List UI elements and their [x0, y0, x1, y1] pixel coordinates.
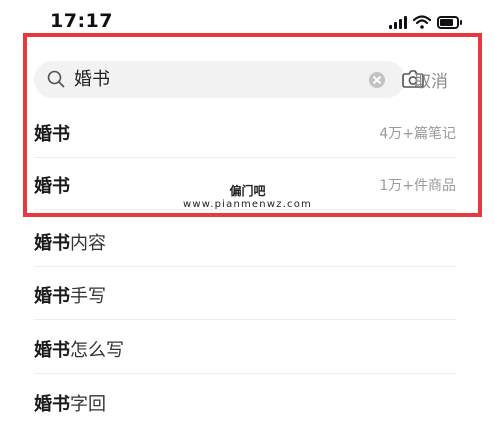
- suggestion-item[interactable]: 婚书 4万+篇笔记: [34, 106, 456, 158]
- suggestion-item[interactable]: 婚书字回: [34, 376, 456, 428]
- search-input[interactable]: [74, 61, 324, 98]
- status-time: 17:17: [50, 10, 113, 32]
- suggestion-keyword: 婚书: [34, 233, 70, 254]
- battery-icon: [437, 16, 462, 29]
- suggestion-keyword: 婚书: [34, 124, 70, 145]
- suggestion-suffix: 字回: [70, 394, 106, 415]
- status-icons: [389, 15, 462, 29]
- suggestion-item[interactable]: 婚书内容: [34, 215, 456, 267]
- cancel-button[interactable]: 取消: [414, 67, 448, 92]
- suggestion-item[interactable]: 婚书手写: [34, 268, 456, 320]
- search-icon: [47, 70, 65, 92]
- suggestion-meta: 4万+篇笔记: [379, 126, 456, 142]
- suggestion-keyword: 婚书: [34, 340, 70, 361]
- suggestion-suffix: 手写: [70, 286, 106, 307]
- suggestion-item[interactable]: 婚书 1万+件商品: [34, 158, 456, 210]
- suggestion-keyword: 婚书: [34, 286, 70, 307]
- clear-icon[interactable]: [369, 72, 385, 88]
- suggestion-suffix: 怎么写: [70, 340, 124, 361]
- cellular-signal-icon: [389, 16, 407, 29]
- search-bar[interactable]: [34, 61, 424, 98]
- suggestion-meta: 1万+件商品: [379, 178, 456, 194]
- suggestion-suffix: 内容: [70, 233, 106, 254]
- suggestion-keyword: 婚书: [34, 176, 70, 197]
- suggestion-keyword: 婚书: [34, 394, 70, 415]
- wifi-icon: [413, 15, 431, 29]
- suggestion-item[interactable]: 婚书怎么写: [34, 322, 456, 374]
- status-bar: 17:17: [0, 0, 495, 34]
